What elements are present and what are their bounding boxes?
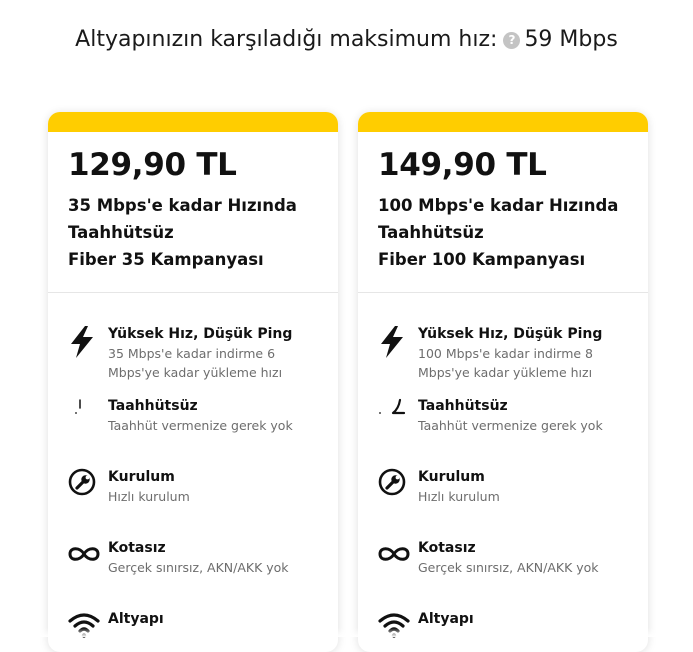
wrench-icon bbox=[68, 468, 98, 498]
bottom-fade bbox=[0, 628, 693, 637]
card-divider bbox=[358, 292, 648, 293]
no-commitment-icon bbox=[378, 397, 408, 427]
max-speed-header: Altyapınızın karşıladığı maksimum hız:? 5… bbox=[0, 24, 693, 56]
plan-card-fiber-100[interactable]: 149,90 TL 100 Mbps'e kadar Hızında Taahh… bbox=[358, 112, 648, 652]
feature-description: 100 Mbps'e kadar indirme 8 Mbps'ye kadar… bbox=[418, 346, 593, 380]
feature-description: Gerçek sınırsız, AKN/AKK yok bbox=[418, 560, 599, 575]
max-speed-label: Altyapınızın karşıladığı maksimum hız: bbox=[75, 27, 498, 52]
plan-title-line: 35 Mbps'e kadar Hızında bbox=[68, 196, 297, 215]
feature-description: Gerçek sınırsız, AKN/AKK yok bbox=[108, 560, 289, 575]
feature-title: Altyapı bbox=[418, 611, 474, 627]
plan-title: 35 Mbps'e kadar Hızında Taahhütsüz Fiber… bbox=[68, 192, 328, 273]
plan-price: 149,90 TL bbox=[378, 147, 547, 183]
plan-price: 129,90 TL bbox=[68, 147, 237, 183]
feature-description: Taahhüt vermenize gerek yok bbox=[418, 418, 603, 433]
feature-title: Kotasız bbox=[108, 540, 166, 556]
lightning-icon bbox=[68, 325, 98, 358]
wrench-icon bbox=[378, 468, 408, 498]
card-accent-bar bbox=[358, 112, 648, 132]
plan-title-line: Taahhütsüz bbox=[68, 223, 174, 242]
plan-title-line: Taahhütsüz bbox=[378, 223, 484, 242]
feature-description: Hızlı kurulum bbox=[418, 489, 500, 504]
plan-title-line: Fiber 100 Kampanyası bbox=[378, 250, 586, 269]
card-divider bbox=[48, 292, 338, 293]
feature-title: Altyapı bbox=[108, 611, 164, 627]
no-commitment-icon bbox=[68, 397, 98, 427]
infinity-icon bbox=[68, 539, 100, 569]
plan-title-line: 100 Mbps'e kadar Hızında bbox=[378, 196, 619, 215]
feature-description: 35 Mbps'e kadar indirme 6 Mbps'ye kadar … bbox=[108, 346, 283, 380]
plan-title: 100 Mbps'e kadar Hızında Taahhütsüz Fibe… bbox=[378, 192, 638, 273]
feature-description: Taahhüt vermenize gerek yok bbox=[108, 418, 293, 433]
feature-title: Kurulum bbox=[108, 469, 175, 485]
feature-title: Yüksek Hız, Düşük Ping bbox=[418, 326, 603, 342]
feature-title: Yüksek Hız, Düşük Ping bbox=[108, 326, 293, 342]
plan-card-fiber-35[interactable]: 129,90 TL 35 Mbps'e kadar Hızında Taahhü… bbox=[48, 112, 338, 652]
feature-title: Taahhütsüz bbox=[418, 398, 508, 414]
feature-description: Hızlı kurulum bbox=[108, 489, 190, 504]
lightning-icon bbox=[378, 325, 408, 358]
infinity-icon bbox=[378, 539, 410, 569]
help-icon[interactable]: ? bbox=[503, 32, 521, 49]
feature-title: Taahhütsüz bbox=[108, 398, 198, 414]
plan-title-line: Fiber 35 Kampanyası bbox=[68, 250, 264, 269]
card-accent-bar bbox=[48, 112, 338, 132]
max-speed-value: 59 Mbps bbox=[524, 27, 618, 52]
feature-title: Kurulum bbox=[418, 469, 485, 485]
feature-title: Kotasız bbox=[418, 540, 476, 556]
